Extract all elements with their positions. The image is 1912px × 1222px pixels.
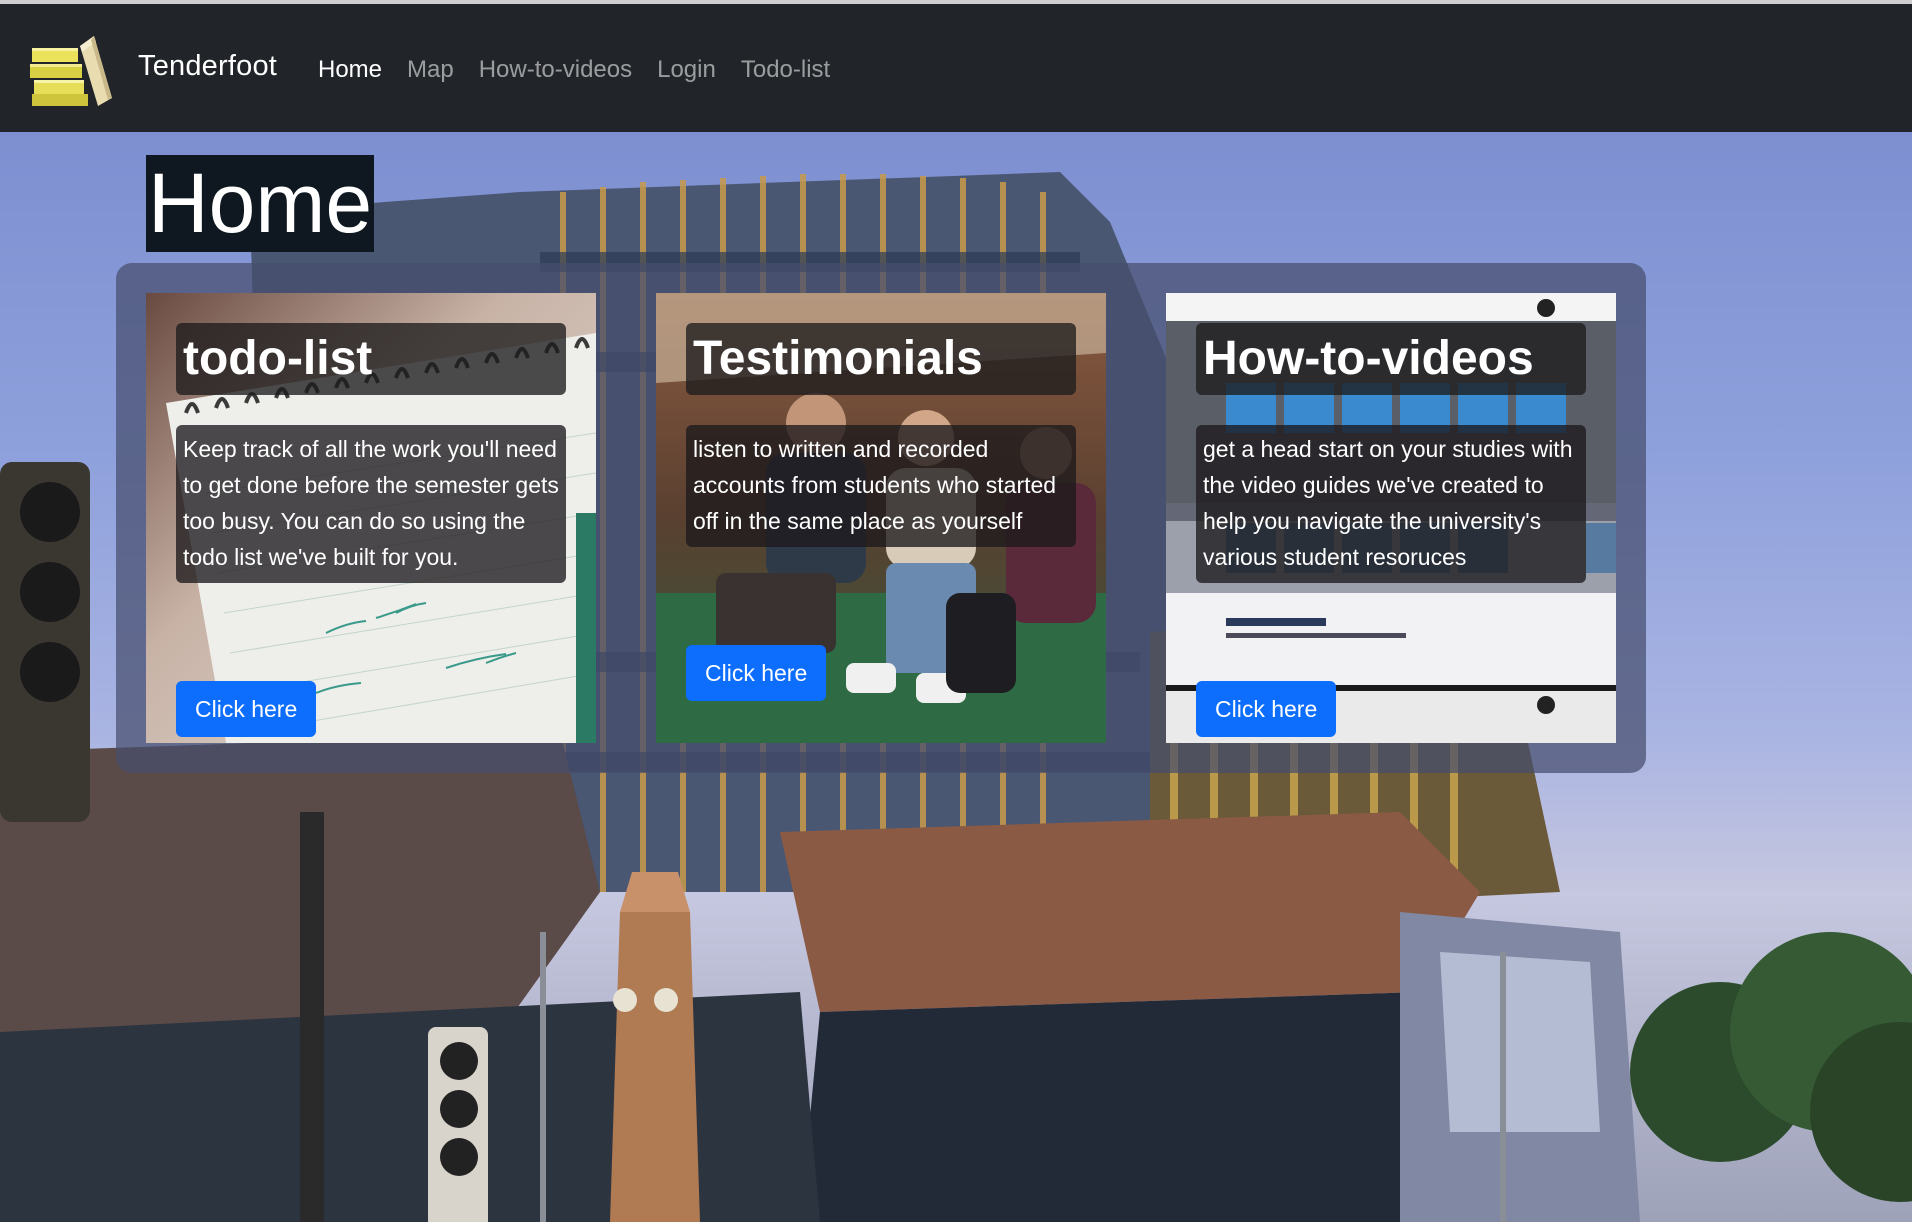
nav-links: Home Map How-to-videos Login Todo-list	[318, 56, 830, 84]
card-title: Testimonials	[686, 323, 1076, 395]
navbar: Tenderfoot Home Map How-to-videos Login …	[0, 4, 1912, 132]
card-todo-list: todo-list Keep track of all the work you…	[146, 293, 596, 743]
nav-link-how-to-videos[interactable]: How-to-videos	[479, 56, 632, 84]
card-description: get a head start on your studies with th…	[1196, 425, 1586, 583]
todo-list-click-here-button[interactable]: Click here	[176, 681, 317, 737]
nav-link-todo-list[interactable]: Todo-list	[741, 56, 830, 84]
brand-name[interactable]: Tenderfoot	[138, 50, 277, 83]
card-description: Keep track of all the work you'll need t…	[176, 425, 566, 583]
how-to-videos-click-here-button[interactable]: Click here	[1196, 681, 1337, 737]
books-icon[interactable]	[28, 34, 114, 110]
nav-link-map[interactable]: Map	[407, 56, 454, 84]
card-title: How-to-videos	[1196, 323, 1586, 395]
card-description: listen to written and recorded accounts …	[686, 425, 1076, 547]
card-testimonials: Testimonials listen to written and recor…	[656, 293, 1106, 743]
nav-link-home[interactable]: Home	[318, 56, 382, 84]
card-how-to-videos: How-to-videos get a head start on your s…	[1166, 293, 1616, 743]
page-title: Home	[146, 155, 375, 252]
nav-link-login[interactable]: Login	[657, 56, 716, 84]
card-title: todo-list	[176, 323, 566, 395]
testimonials-click-here-button[interactable]: Click here	[686, 645, 827, 701]
